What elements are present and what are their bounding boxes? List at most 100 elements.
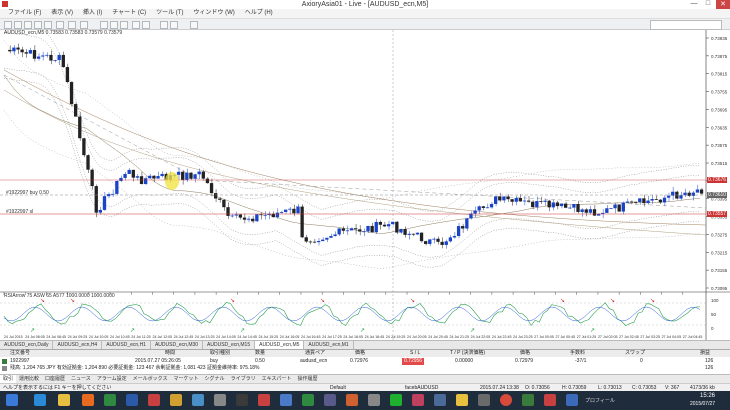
candle-body xyxy=(131,169,135,178)
line-chart-icon[interactable] xyxy=(120,21,128,29)
timeframe-icon[interactable] xyxy=(190,21,198,29)
app-icon-6[interactable] xyxy=(236,394,248,406)
candle-body xyxy=(646,200,650,204)
app-icon-4[interactable] xyxy=(192,394,204,406)
header-type[interactable]: 取引種別 xyxy=(210,350,230,357)
app-icon-18[interactable] xyxy=(544,394,556,406)
media-player-icon[interactable] xyxy=(82,394,94,406)
app-icon-16[interactable] xyxy=(478,394,490,406)
trendline-icon[interactable] xyxy=(170,21,178,29)
menu-window[interactable]: ウィンドウ (W) xyxy=(193,9,234,18)
candle-body xyxy=(440,241,444,245)
terminal-icon[interactable] xyxy=(44,21,52,29)
app-icon-19[interactable] xyxy=(566,394,578,406)
rsi-buy-arrow: ↗ xyxy=(470,327,475,334)
order-price: 0.72976 xyxy=(350,358,369,364)
app-icon-11[interactable] xyxy=(346,394,358,406)
header-sl[interactable]: S / L xyxy=(410,350,420,357)
tab-h1[interactable]: AUDUSD_ecn,H1 xyxy=(102,341,151,349)
order-current-price: 0.72979 xyxy=(515,358,534,364)
app-icon-12[interactable] xyxy=(368,394,380,406)
line-app-icon[interactable] xyxy=(390,394,402,406)
time-tick-label: 24 Jul 10:05 xyxy=(89,335,109,339)
new-chart-icon[interactable] xyxy=(4,21,12,29)
search-input[interactable] xyxy=(650,20,722,30)
candle-body xyxy=(543,200,547,202)
menu-insert[interactable]: 挿入 (I) xyxy=(83,9,102,18)
candle-body xyxy=(86,155,90,170)
folder-icon[interactable] xyxy=(58,394,70,406)
header-profit[interactable]: 損益 xyxy=(700,350,710,357)
clock-time[interactable]: 15:26 xyxy=(700,393,715,399)
app-icon-5[interactable] xyxy=(214,394,226,406)
market-watch-icon[interactable] xyxy=(24,21,32,29)
menu-tools[interactable]: ツール (T) xyxy=(156,9,183,18)
header-price[interactable]: 価格 xyxy=(355,350,365,357)
strategy-tester-icon[interactable] xyxy=(56,21,64,29)
minimize-button[interactable]: — xyxy=(688,0,700,9)
app-icon-15[interactable] xyxy=(456,394,468,406)
app-icon-17[interactable] xyxy=(522,394,534,406)
chrome-icon[interactable] xyxy=(500,394,512,406)
candle-body xyxy=(588,209,593,213)
app-icon-8[interactable] xyxy=(280,394,292,406)
menu-chart[interactable]: チャート (C) xyxy=(112,9,146,18)
header-commission[interactable]: 手数料 xyxy=(570,350,585,357)
price-tick-label: 0.73635 xyxy=(711,125,728,130)
auto-trading-icon[interactable] xyxy=(80,21,88,29)
table-row[interactable]: 1922997 2015.07.27 05:26:05 buy 0.50 aud… xyxy=(0,358,730,365)
candle-body xyxy=(432,238,436,240)
header-order[interactable]: 注文番号 xyxy=(10,350,30,357)
profile-icon[interactable] xyxy=(14,21,22,29)
clock-date[interactable]: 2015/07/27 xyxy=(690,401,715,407)
navigator-icon[interactable] xyxy=(34,21,42,29)
menu-file[interactable]: ファイル (F) xyxy=(8,9,41,18)
app-icon-13[interactable] xyxy=(412,394,424,406)
orders-table: 注文番号 時間 取引種別 数量 通貨ペア 価格 S / L T / P (決済価… xyxy=(0,349,730,374)
candle-body xyxy=(535,201,539,208)
tab-m5[interactable]: AUDUSD_ecn,M5 xyxy=(255,341,305,349)
start-button-icon[interactable] xyxy=(6,394,18,406)
indicator-tick-label: 0 xyxy=(711,326,714,331)
tab-daily[interactable]: AUDUSD_ecn,Daily xyxy=(0,341,54,349)
new-order-icon[interactable] xyxy=(68,21,76,29)
zoom-in-icon[interactable] xyxy=(132,21,140,29)
menu-view[interactable]: 表示 (V) xyxy=(51,9,73,18)
menu-help[interactable]: ヘルプ (H) xyxy=(245,9,273,18)
price-chart[interactable]: 0.73935 0.73875 0.73815 0.73755 0.73695 0.736… xyxy=(0,22,730,340)
app-icon-9[interactable] xyxy=(302,394,314,406)
header-tp[interactable]: T / P (決済価格) xyxy=(450,350,485,357)
maximize-button[interactable]: □ xyxy=(702,0,714,9)
tab-m15[interactable]: AUDUSD_ecn,M15 xyxy=(203,341,256,349)
candle-body xyxy=(61,54,65,68)
header-time[interactable]: 時間 xyxy=(165,350,175,357)
app-icon-14[interactable] xyxy=(434,394,446,406)
header-current-price[interactable]: 価格 xyxy=(520,350,530,357)
app-icon-7[interactable] xyxy=(258,394,270,406)
candle-chart-icon[interactable] xyxy=(110,21,118,29)
tab-m1[interactable]: AUDUSD_ecn,M1 xyxy=(304,341,354,349)
header-size[interactable]: 数量 xyxy=(255,350,265,357)
excel-icon[interactable] xyxy=(104,394,116,406)
taskbar-profile-label[interactable]: プロフィール xyxy=(585,397,615,404)
zoom-out-icon[interactable] xyxy=(142,21,150,29)
time-tick-label: 24 Jul 13:25 xyxy=(195,335,215,339)
header-swap[interactable]: スワップ xyxy=(625,350,645,357)
candle-body xyxy=(329,236,333,238)
time-tick-label: 24 Jul 12:45 xyxy=(174,335,194,339)
word-icon[interactable] xyxy=(126,394,138,406)
tab-m30[interactable]: AUDUSD_ecn,M30 xyxy=(151,341,204,349)
indicator-tick-label: 50 xyxy=(711,312,717,317)
tab-h4[interactable]: AUDUSD_ecn,H4 xyxy=(53,341,103,349)
candle-body xyxy=(292,208,296,214)
close-button[interactable]: ✕ xyxy=(716,0,730,9)
app-icon-10[interactable] xyxy=(324,394,336,406)
crosshair-icon[interactable] xyxy=(160,21,168,29)
app-icon-2[interactable] xyxy=(148,394,160,406)
app-icon-3[interactable] xyxy=(170,394,182,406)
order-size: 0.50 xyxy=(255,358,265,364)
header-symbol[interactable]: 通貨ペア xyxy=(305,350,325,357)
candle-body xyxy=(45,54,49,56)
ie-icon[interactable] xyxy=(34,394,46,406)
bar-chart-icon[interactable] xyxy=(100,21,108,29)
